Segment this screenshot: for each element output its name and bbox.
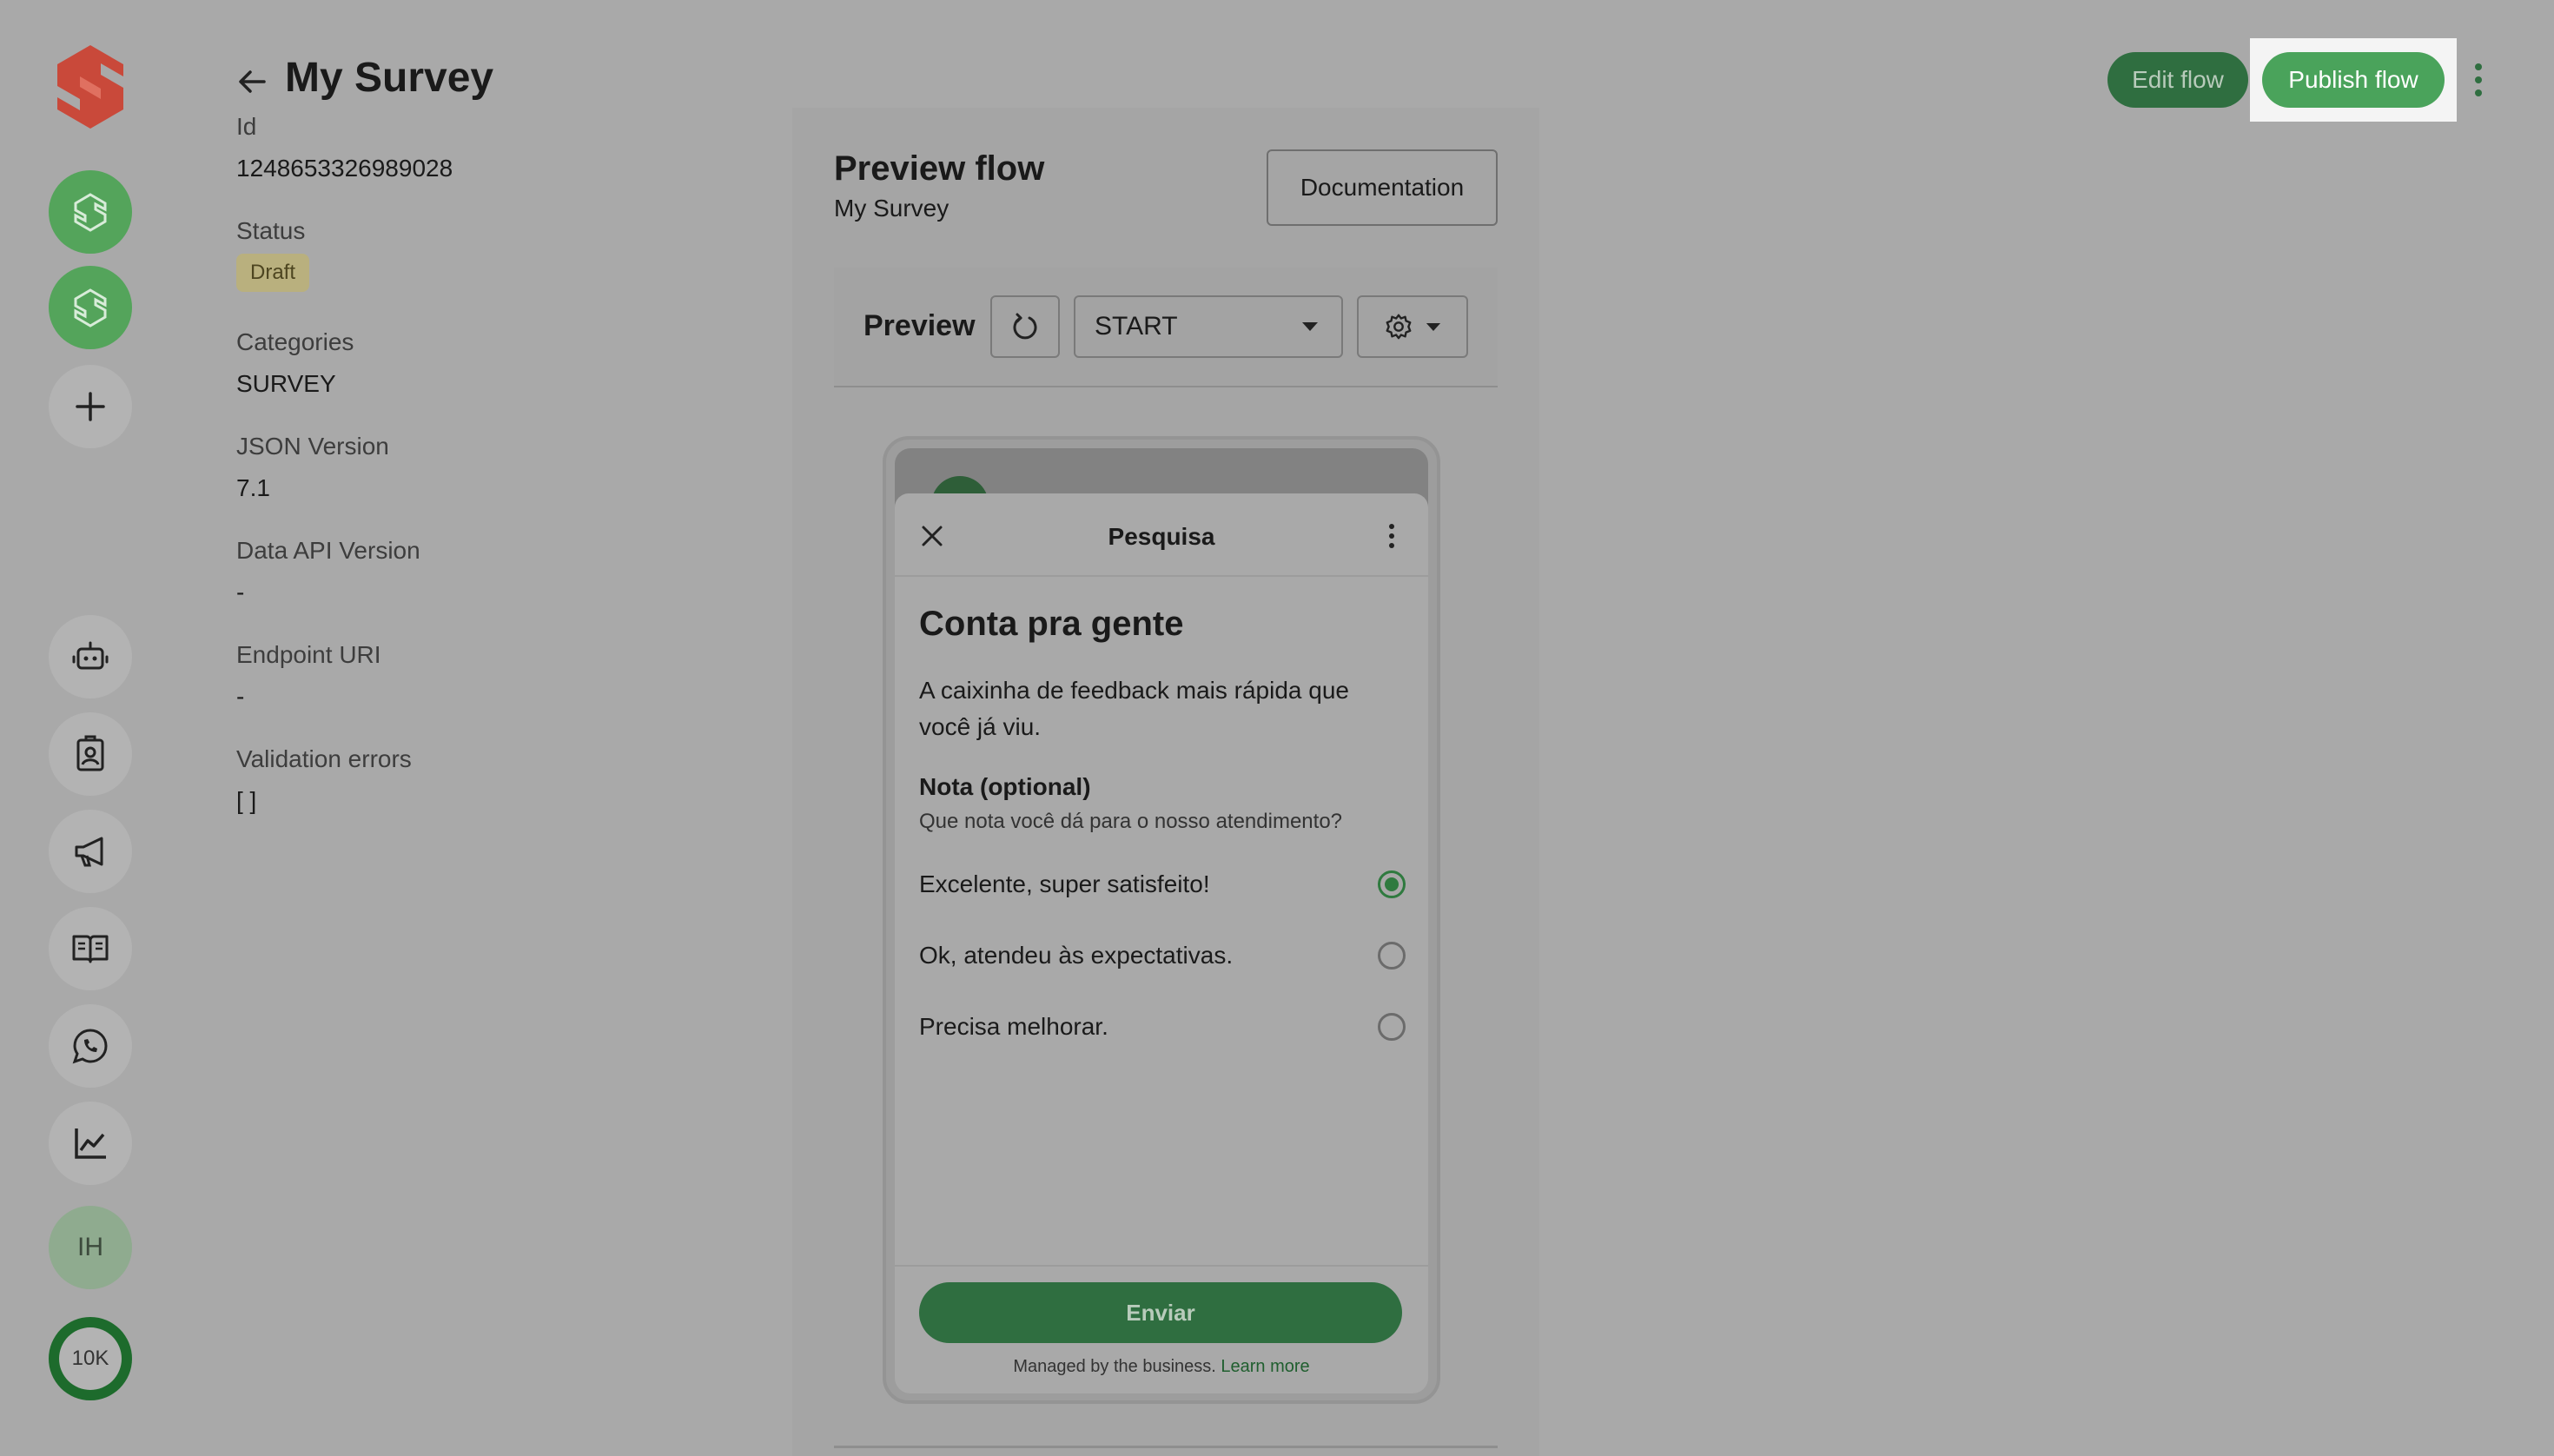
endpoint-uri-value: - [236, 683, 245, 710]
book-icon [72, 935, 109, 963]
preview-settings-button[interactable] [1357, 295, 1468, 358]
data-api-version-value: - [236, 579, 245, 606]
json-version-value: 7.1 [236, 474, 270, 501]
validation-errors-value: [ ] [236, 787, 257, 814]
analytics-button[interactable] [49, 1102, 132, 1185]
screen-body-text: A caixinha de feedback mais rápida que v… [919, 677, 1349, 740]
preview-label: Preview [863, 309, 976, 342]
add-workspace-button[interactable] [49, 365, 132, 448]
data-api-version-label: Data API Version [236, 537, 420, 564]
radio-button-selected[interactable] [1378, 870, 1406, 898]
page-title: My Survey [285, 55, 494, 101]
contacts-button[interactable] [49, 712, 132, 796]
submit-button[interactable]: Enviar [919, 1282, 1402, 1343]
user-avatar[interactable]: IH [49, 1206, 132, 1289]
contact-badge-icon [76, 735, 104, 771]
screen-select-value: START [1095, 312, 1178, 341]
id-label: Id [236, 113, 257, 140]
workspace-logo-icon[interactable] [49, 170, 132, 254]
status-badge: Draft [236, 254, 310, 292]
whatsapp-icon [72, 1029, 108, 1064]
caret-down-icon [1302, 322, 1318, 331]
validation-errors-label: Validation errors [236, 745, 412, 772]
radio-option[interactable]: Excelente, super satisfeito! [919, 867, 1406, 902]
managed-text: Managed by the business. [1013, 1357, 1216, 1376]
back-arrow-icon[interactable] [235, 64, 269, 99]
categories-value: SURVEY [236, 370, 336, 397]
brand-logo-icon[interactable] [47, 42, 134, 132]
whatsapp-button[interactable] [49, 1004, 132, 1088]
documentation-button[interactable]: Documentation [1267, 149, 1498, 226]
bots-button[interactable] [49, 615, 132, 698]
knowledge-base-button[interactable] [49, 907, 132, 990]
categories-label: Categories [236, 328, 354, 355]
screen-heading: Conta pra gente [919, 605, 1184, 643]
radio-option[interactable]: Ok, atendeu às expectativas. [919, 938, 1406, 973]
credits-indicator[interactable]: 10K [49, 1317, 132, 1400]
edit-flow-button[interactable]: Edit flow [2107, 52, 2248, 108]
id-value: 1248653326989028 [236, 155, 453, 182]
screen-select[interactable]: START [1074, 295, 1343, 358]
radio-option-label: Ok, atendeu às expectativas. [919, 942, 1234, 969]
preview-title: Preview flow [834, 149, 1045, 188]
gear-icon [1386, 314, 1412, 340]
panel-divider [834, 1446, 1498, 1448]
managed-by-notice: Managed by the business. Learn more [895, 1357, 1428, 1377]
more-options-icon[interactable] [2465, 61, 2491, 99]
radio-option-label: Excelente, super satisfeito! [919, 870, 1210, 897]
sidebar: IH 10K [0, 0, 182, 1456]
bot-icon [72, 641, 109, 670]
sheet-title: Pesquisa [1108, 523, 1215, 550]
status-label: Status [236, 217, 306, 244]
sheet-header: Pesquisa [895, 493, 1428, 577]
learn-more-link[interactable]: Learn more [1221, 1357, 1309, 1376]
radio-option[interactable]: Precisa melhorar. [919, 1009, 1406, 1044]
preview-subtitle: My Survey [834, 195, 949, 222]
json-version-label: JSON Version [236, 433, 389, 460]
credits-label: 10K [59, 1327, 122, 1390]
publish-flow-highlight: Publish flow [2250, 38, 2457, 122]
caret-down-icon [1426, 322, 1441, 331]
radio-option-label: Precisa melhorar. [919, 1013, 1108, 1040]
radio-button[interactable] [1378, 942, 1406, 970]
sheet-menu-icon[interactable] [1386, 523, 1397, 549]
refresh-button[interactable] [990, 295, 1060, 358]
flow-sheet: Pesquisa Conta pra gente A caixinha de f… [895, 493, 1428, 1393]
campaigns-button[interactable] [49, 810, 132, 893]
plus-icon [76, 392, 105, 421]
megaphone-icon [75, 837, 103, 867]
refresh-icon [1013, 313, 1037, 340]
chart-line-icon [75, 1128, 106, 1159]
endpoint-uri-label: Endpoint URI [236, 641, 381, 668]
radio-button[interactable] [1378, 1013, 1406, 1041]
question-helper-text: Que nota você dá para o nosso atendiment… [919, 810, 1343, 833]
publish-flow-button[interactable]: Publish flow [2262, 52, 2445, 108]
workspace-logo-icon[interactable] [49, 266, 132, 349]
question-label: Nota (optional) [919, 773, 1091, 800]
